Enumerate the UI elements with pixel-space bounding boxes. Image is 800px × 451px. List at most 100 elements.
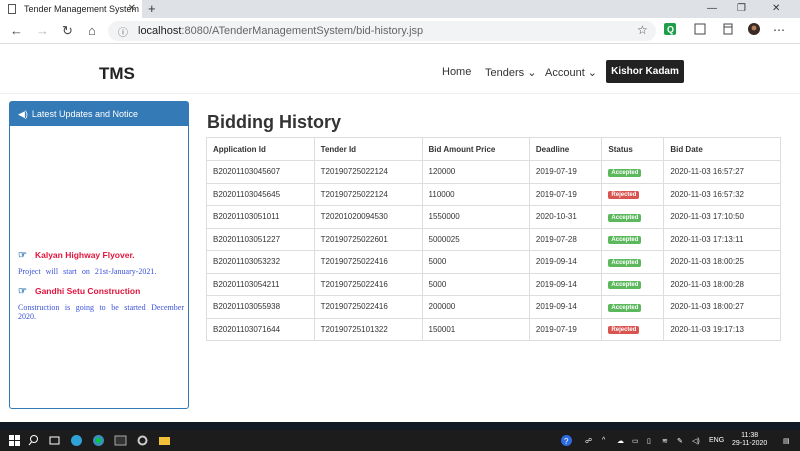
cell-tender-id: T20201020094530 <box>313 205 423 229</box>
notice-title[interactable]: Gandhi Setu Construction <box>35 286 140 296</box>
notice-item: ☞ Kalyan Highway Flyover. Project will st… <box>18 250 184 276</box>
user-button[interactable]: Kishor Kadam <box>606 60 684 83</box>
terminal-icon[interactable] <box>114 434 127 447</box>
url-path: :8080/ATenderManagementSystem/bid-histor… <box>181 25 424 37</box>
table-row: B20201103051227 T20190725022601 5000025 201… <box>206 227 781 251</box>
page-title: Bidding History <box>207 112 341 132</box>
col-application-id: Application Id <box>206 137 315 161</box>
nav-home[interactable]: Home <box>442 66 471 78</box>
app-navbar: TMS Home Tenders ⌄ Account ⌄ Kishor Kada… <box>0 44 800 94</box>
bookmark-star-icon[interactable]: ☆ <box>637 23 648 37</box>
cell-deadline: 2019-07-19 <box>528 182 603 206</box>
notice-panel: ◀) Latest Updates and Notice ☞ Kalyan Hig… <box>9 101 189 409</box>
tray-expand-icon[interactable]: ^ <box>602 437 605 444</box>
forward-icon[interactable]: → <box>36 23 49 38</box>
cell-bid-date: 2020-11-03 18:00:27 <box>663 295 781 319</box>
browser-menu-icon[interactable]: ⋯ <box>773 23 785 37</box>
nav-tenders[interactable]: Tenders ⌄ <box>485 66 536 79</box>
col-bid-date: Bid Date <box>663 137 781 161</box>
col-deadline: Deadline <box>528 137 603 161</box>
collections-icon[interactable] <box>722 23 734 35</box>
notice-item: ☞ Gandhi Setu Construction Construction i… <box>18 286 184 321</box>
status-badge: Accepted <box>608 258 642 267</box>
cell-application-id: B20201103051011 <box>206 205 315 229</box>
table-body: B20201103045607 T20190725022124 120000 2019… <box>206 160 781 341</box>
table-row: B20201103071644 T20190725101322 150001 2019… <box>206 317 781 341</box>
search-icon[interactable] <box>28 434 41 447</box>
address-bar: ← → ↻ ⌂ ⓘ localhost:8080/ATenderManageme… <box>0 18 800 44</box>
battery-icon[interactable]: ▯ <box>647 437 651 445</box>
cell-deadline: 2020-10-31 <box>528 205 603 229</box>
cell-bid-amount: 120000 <box>421 160 530 184</box>
cell-tender-id: T20190725101322 <box>313 317 423 341</box>
windows-start-icon[interactable] <box>8 434 21 447</box>
browser-tab-strip: Tender Management System ✕ + — ❐ ✕ <box>0 0 800 18</box>
task-view-icon[interactable] <box>48 434 61 447</box>
help-icon[interactable]: ? <box>560 434 573 447</box>
cell-bid-date: 2020-11-03 18:00:25 <box>663 250 781 274</box>
clock-date: 29-11-2020 <box>732 440 768 447</box>
cell-bid-amount: 200000 <box>421 295 530 319</box>
new-tab-icon[interactable]: + <box>148 1 156 16</box>
table-header-row: Application Id Tender Id Bid Amount Pric… <box>206 137 781 161</box>
system-clock[interactable]: 11:38 29-11-2020 <box>732 432 767 448</box>
notice-panel-header: ◀) Latest Updates and Notice <box>10 102 188 126</box>
browser-tab[interactable]: Tender Management System ✕ <box>0 0 142 18</box>
notice-title[interactable]: Kalyan Highway Flyover. <box>35 250 135 260</box>
cell-bid-date: 2020-11-03 17:13:11 <box>663 227 781 251</box>
cell-tender-id: T20190725022416 <box>313 272 423 296</box>
extensions-icon[interactable] <box>694 23 706 35</box>
cell-status: Accepted <box>601 227 665 251</box>
cell-deadline: 2019-07-19 <box>528 317 603 341</box>
cell-bid-date: 2020-11-03 18:00:28 <box>663 272 781 296</box>
url-field[interactable]: ⓘ localhost:8080/ATenderManagementSystem… <box>108 21 656 41</box>
restore-icon[interactable]: ❐ <box>737 3 746 14</box>
brand-logo[interactable]: TMS <box>99 64 135 84</box>
cell-deadline: 2019-09-14 <box>528 272 603 296</box>
windows-taskbar: ? ☍ ^ ☁ ▭ ▯ ≋ ✎ ◁) ENG 11:38 29-11-2020 … <box>0 430 800 451</box>
cell-tender-id: T20190725022416 <box>313 250 423 274</box>
status-badge: Rejected <box>608 326 640 335</box>
cell-bid-amount: 5000025 <box>421 227 530 251</box>
pointing-hand-icon: ☞ <box>18 286 27 297</box>
close-tab-icon[interactable]: ✕ <box>128 3 136 14</box>
cell-tender-id: T20190725022416 <box>313 295 423 319</box>
notifications-icon[interactable]: ▤ <box>783 437 790 445</box>
cell-deadline: 2019-07-28 <box>528 227 603 251</box>
cell-status: Accepted <box>601 160 665 184</box>
home-icon[interactable]: ⌂ <box>88 23 96 38</box>
table-row: B20201103053232 T20190725022416 5000 2019-0… <box>206 250 781 274</box>
cell-application-id: B20201103045645 <box>206 182 315 206</box>
cell-application-id: B20201103055938 <box>206 295 315 319</box>
cell-application-id: B20201103054211 <box>206 272 315 296</box>
pen-icon[interactable]: ✎ <box>677 437 683 445</box>
language-indicator[interactable]: ENG <box>709 437 724 444</box>
cell-status: Rejected <box>601 317 665 341</box>
tray-people-icon[interactable]: ☍ <box>585 437 592 445</box>
cell-status: Accepted <box>601 272 665 296</box>
close-window-icon[interactable]: ✕ <box>772 3 780 14</box>
extension-icon[interactable]: Q <box>664 23 676 35</box>
back-icon[interactable]: ← <box>10 23 23 38</box>
minimize-icon[interactable]: — <box>707 3 717 14</box>
file-explorer-icon[interactable] <box>158 434 171 447</box>
clock-time: 11:38 <box>741 432 759 439</box>
cell-tender-id: T20190725022124 <box>313 182 423 206</box>
notice-text: Project will start on 21st-January-2021. <box>18 267 157 276</box>
cell-application-id: B20201103071644 <box>206 317 315 341</box>
notice-panel-title: Latest Updates and Notice <box>31 109 138 119</box>
browser-app-icon[interactable] <box>92 434 105 447</box>
wifi-icon[interactable]: ≋ <box>662 437 668 445</box>
site-info-icon[interactable]: ⓘ <box>118 24 128 39</box>
cell-bid-date: 2020-11-03 17:10:50 <box>663 205 781 229</box>
profile-avatar[interactable] <box>748 23 760 35</box>
onedrive-icon[interactable]: ☁ <box>617 437 624 445</box>
volume-icon[interactable]: ◁) <box>692 437 700 445</box>
network-icon[interactable]: ▭ <box>632 437 639 445</box>
settings-app-icon[interactable] <box>136 434 149 447</box>
nav-account[interactable]: Account ⌄ <box>545 66 597 79</box>
edge-icon[interactable] <box>70 434 83 447</box>
reload-icon[interactable]: ↻ <box>62 23 73 39</box>
cell-status: Accepted <box>601 250 665 274</box>
status-badge: Rejected <box>608 191 640 200</box>
